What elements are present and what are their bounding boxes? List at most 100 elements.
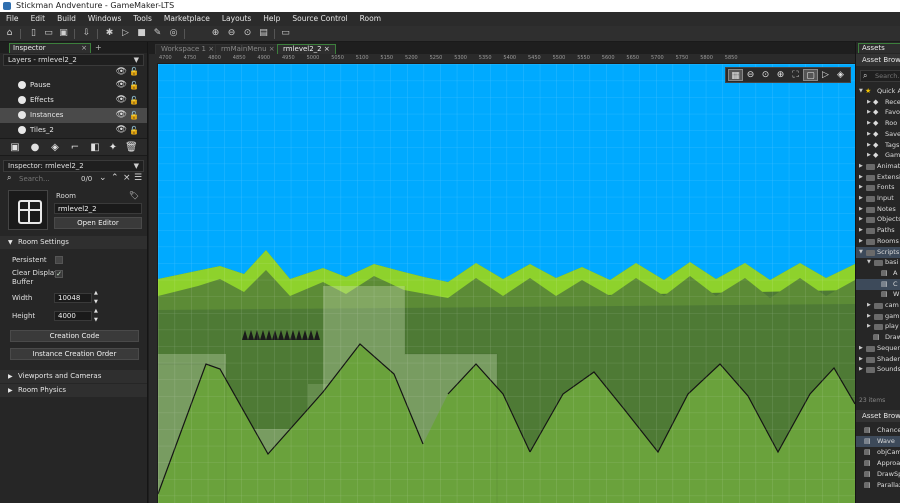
close-icon[interactable]: × [208,45,214,53]
expand-arrow-icon[interactable]: ▶ [859,204,863,215]
asset-item[interactable]: ▶ Sequen [856,343,900,354]
lock-icon[interactable]: 🔓 [129,123,139,138]
menu-item-room[interactable]: Room [354,12,387,26]
chevron-down-icon[interactable]: ⌄ [99,173,107,183]
menu-item-help[interactable]: Help [257,12,286,26]
asset-item[interactable]: ▤Parallax [856,480,900,491]
layer-item[interactable]: Pause 👁 🔓 [0,78,147,93]
expand-arrow-icon[interactable]: ▶ [867,129,871,140]
expand-arrow-icon[interactable]: ▼ [859,247,863,258]
close-icon[interactable]: × [324,45,330,53]
asset-browser-header-2[interactable]: Asset Browse [856,410,900,422]
asset-item[interactable]: ▶Extensio [856,172,900,183]
expand-arrow-icon[interactable]: ▶ [859,343,863,354]
asset-item[interactable]: ▤ Approa [856,458,900,469]
asset-item[interactable]: ▶ ◆ Save [856,129,900,140]
tab-inspector[interactable]: Inspector × [9,43,91,53]
editor-tab[interactable]: rmMainMenu × [215,44,281,54]
menu-icon[interactable]: ☰ [134,173,142,183]
asset-item[interactable]: ▶ ◆ Rece [856,97,900,108]
room-name-field[interactable]: rmlevel2_2 [54,203,142,214]
new-project-icon[interactable]: ▯ [28,28,39,39]
layers-icon[interactable]: ◈ [833,69,848,81]
expand-arrow-icon[interactable]: ▶ [867,300,871,311]
viewports-header[interactable]: ▶ Viewports and Cameras [0,370,147,383]
editor-tab[interactable]: Workspace 1 × [155,44,221,54]
lock-icon[interactable]: 🔓 [129,78,139,93]
close-icon[interactable]: × [123,173,131,183]
asset-item[interactable]: ▶ Fonts [856,182,900,193]
asset-item[interactable]: ▼ basi [856,257,900,268]
asset-item[interactable]: ▶Animatio [856,161,900,172]
layer-item[interactable]: Tiles_2 👁 🔓 [0,123,147,138]
persistent-checkbox[interactable] [55,256,63,264]
room-physics-header[interactable]: ▶ Room Physics [0,384,147,397]
stop-icon[interactable]: ■ [136,28,147,39]
expand-arrow-icon[interactable]: ▶ [859,182,863,193]
expand-arrow-icon[interactable]: ▶ [859,193,863,204]
asset-item[interactable]: ▤ Chance [856,425,900,436]
menu-item-source-control[interactable]: Source Control [286,12,353,26]
target-icon[interactable]: ◎ [168,28,179,39]
zoom-reset-icon[interactable]: ⊙ [758,69,773,81]
asset-item[interactable]: ▶ cam [856,300,900,311]
zoom-reset-icon[interactable]: ⊙ [242,28,253,39]
asset-item[interactable]: ▼ ★ Quick A [856,86,900,97]
export-icon[interactable]: ⇩ [81,28,92,39]
room-canvas[interactable]: ▦ ⊖ ⊙ ⊕ ⛶ ▢ ▷ ◈ [158,64,855,503]
layer-item[interactable]: Effects 👁 🔓 [0,93,147,108]
expand-arrow-icon[interactable]: ▶ [867,150,871,161]
tile-layer-icon[interactable]: ◈ [49,142,61,154]
tag-icon[interactable]: 🏷 [129,191,139,200]
asset-layer-icon[interactable]: ◧ [89,142,101,154]
grid-icon[interactable]: ▦ [728,69,743,81]
expand-arrow-icon[interactable]: ▶ [859,225,863,236]
asset-item[interactable]: ▶ Input [856,193,900,204]
eye-icon[interactable]: 👁 [116,123,127,138]
expand-arrow-icon[interactable]: ▶ [867,107,871,118]
background-layer-icon[interactable]: ▣ [9,142,21,154]
asset-item[interactable]: ▤ C [856,278,900,290]
close-icon[interactable]: × [269,45,275,53]
height-input[interactable]: 4000 [54,311,92,321]
room-settings-header[interactable]: ▼ Room Settings [0,236,147,249]
zoom-in-icon[interactable]: ⊕ [210,28,221,39]
window-icon[interactable]: ▤ [258,28,269,39]
fullscreen-icon[interactable]: ⛶ [788,69,803,81]
asset-item[interactable]: ▤ Wave [856,436,900,447]
menu-item-marketplace[interactable]: Marketplace [158,12,216,26]
open-project-icon[interactable]: ▭ [43,28,54,39]
expand-arrow-icon[interactable]: ▶ [859,236,863,247]
lock-icon[interactable]: 🔓 [129,93,139,108]
asset-item[interactable]: ▶Shaders [856,354,900,365]
debug-icon[interactable]: ✱ [104,28,115,39]
asset-item[interactable]: ▶ play [856,321,900,332]
menu-item-tools[interactable]: Tools [127,12,157,26]
tab-assets[interactable]: Assets [858,43,900,53]
eye-icon[interactable]: 👁 [116,108,127,123]
expand-arrow-icon[interactable]: ▶ [867,118,871,129]
asset-item[interactable]: ▶ Rooms [856,236,900,247]
inspector-dropdown[interactable]: Inspector: rmlevel2_2 ▼ [3,160,144,172]
instance-creation-order-button[interactable]: Instance Creation Order [10,348,139,360]
expand-arrow-icon[interactable]: ▶ [867,140,871,151]
effect-layer-icon[interactable]: ✦ [107,142,119,154]
zoom-out-icon[interactable]: ⊖ [226,28,237,39]
layers-dropdown[interactable]: Layers - rmlevel2_2 ▼ [3,54,144,66]
menu-item-windows[interactable]: Windows [82,12,127,26]
asset-item[interactable]: ▼ Scripts [856,246,900,258]
height-stepper[interactable]: ▲ ▼ [94,307,98,325]
asset-item[interactable]: ▶ Objects [856,214,900,225]
creation-code-button[interactable]: Creation Code [10,330,139,342]
asset-item[interactable]: ▤ A [856,268,900,279]
asset-item[interactable]: ▤ W [856,289,900,300]
frame-icon[interactable]: ▢ [803,69,818,81]
eye-icon[interactable]: 👁 [116,67,127,77]
asset-item[interactable]: ▤ DrawSp [856,469,900,480]
asset-item[interactable]: ▶ gam [856,311,900,322]
expand-arrow-icon[interactable]: ▶ [859,214,863,225]
save-project-icon[interactable]: ▣ [58,28,69,39]
path-layer-icon[interactable]: ⌐ [69,142,81,154]
expand-arrow-icon[interactable]: ▶ [867,97,871,108]
asset-item[interactable]: ▤Draw [856,332,900,343]
